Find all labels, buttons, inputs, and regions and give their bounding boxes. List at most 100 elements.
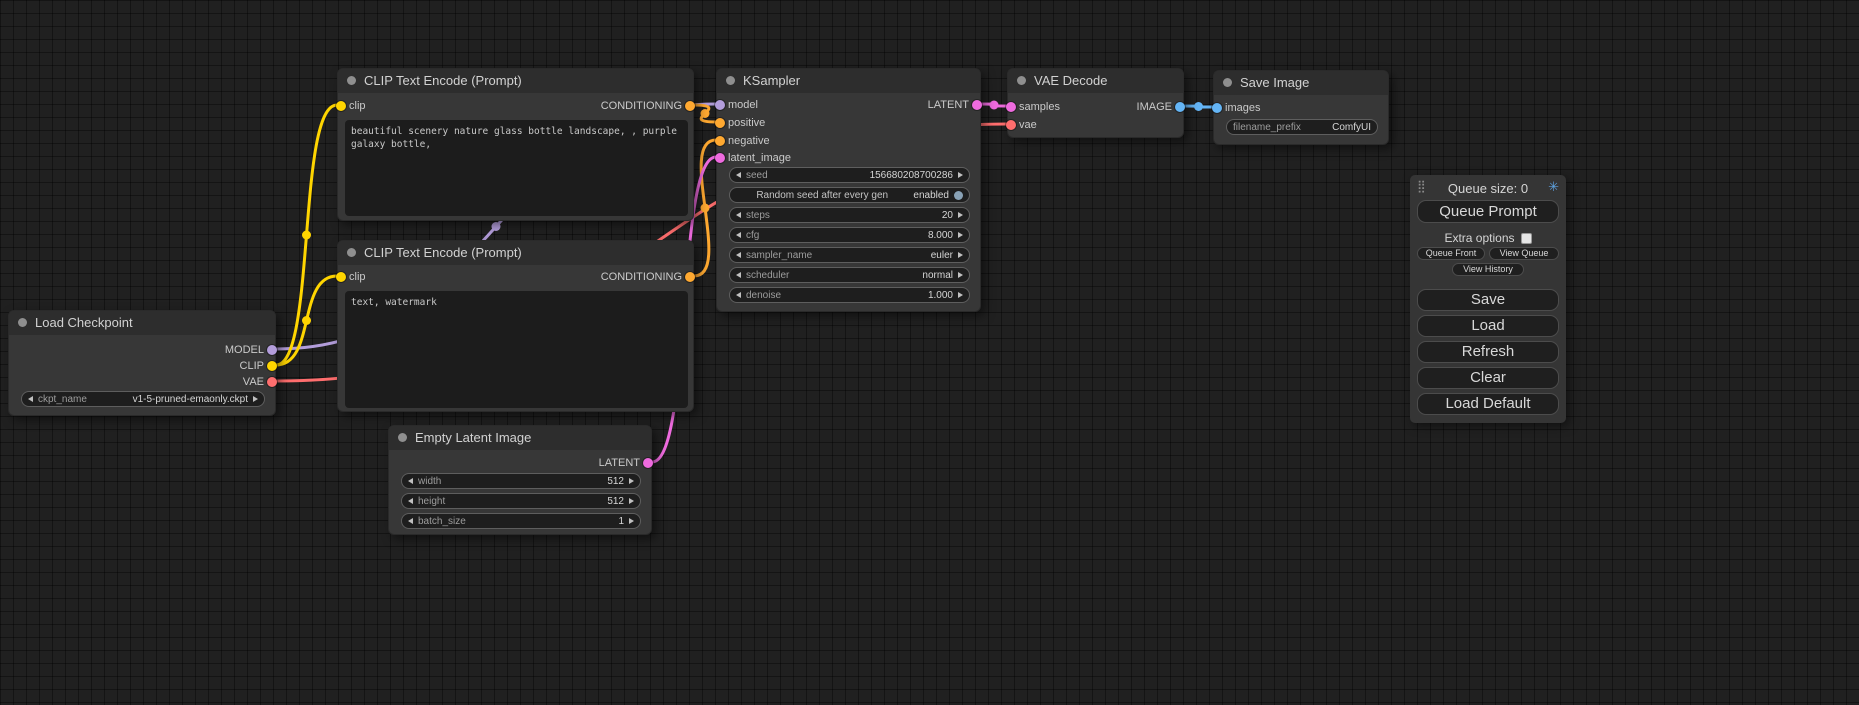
output-dot-model[interactable] [267, 345, 277, 355]
extra-options-row: Extra options [1410, 231, 1566, 245]
node-save-image[interactable]: Save Image images filename_prefix ComfyU… [1213, 70, 1389, 145]
input-slot-images: images [1209, 99, 1260, 117]
decrement-arrow-icon[interactable] [408, 498, 413, 504]
node-empty-latent-titlebar[interactable]: Empty Latent Image [389, 426, 651, 450]
node-load-checkpoint[interactable]: Load Checkpoint MODEL CLIP VAE ckpt_name… [8, 310, 276, 416]
output-dot-vae[interactable] [267, 377, 277, 387]
save-button[interactable]: Save [1417, 289, 1559, 311]
settings-gear-icon[interactable]: ✳ [1548, 179, 1559, 195]
input-dot-samples[interactable] [1006, 102, 1016, 112]
extra-options-label: Extra options [1444, 231, 1514, 245]
increment-arrow-icon[interactable] [629, 498, 634, 504]
load-button[interactable]: Load [1417, 315, 1559, 337]
widget-cfg[interactable]: cfg 8.000 [729, 227, 970, 243]
wire-midpoint-dot [492, 222, 501, 231]
node-vae-decode-titlebar[interactable]: VAE Decode [1008, 69, 1183, 93]
increment-arrow-icon[interactable] [958, 172, 963, 178]
widget-height[interactable]: height 512 [401, 493, 641, 509]
refresh-button[interactable]: Refresh [1417, 341, 1559, 363]
view-queue-button[interactable]: View Queue [1489, 247, 1559, 260]
wire-clip [276, 105, 337, 365]
collapse-dot[interactable] [18, 318, 27, 327]
increment-arrow-icon[interactable] [629, 518, 634, 524]
extra-options-checkbox[interactable] [1521, 233, 1532, 244]
node-clip-positive-titlebar[interactable]: CLIP Text Encode (Prompt) [338, 69, 693, 93]
positive-prompt-textarea[interactable]: beautiful scenery nature glass bottle la… [345, 120, 688, 216]
wire-clip [276, 276, 337, 365]
input-dot-clip[interactable] [336, 101, 346, 111]
widget-filename-prefix[interactable]: filename_prefix ComfyUI [1226, 119, 1378, 135]
load-default-button[interactable]: Load Default [1417, 393, 1559, 415]
collapse-dot[interactable] [726, 76, 735, 85]
input-slot-positive: positive [712, 114, 765, 132]
output-slot-conditioning: CONDITIONING [601, 268, 698, 286]
next-value-arrow-icon[interactable] [958, 252, 963, 258]
increment-arrow-icon[interactable] [958, 232, 963, 238]
node-ksampler[interactable]: KSampler model positive negative latent_… [716, 68, 981, 312]
collapse-dot[interactable] [347, 248, 356, 257]
widget-sampler-name[interactable]: sampler_name euler [729, 247, 970, 263]
input-dot-images[interactable] [1212, 103, 1222, 113]
node-load-checkpoint-titlebar[interactable]: Load Checkpoint [9, 311, 275, 335]
decrement-arrow-icon[interactable] [736, 172, 741, 178]
output-dot-conditioning[interactable] [685, 101, 695, 111]
decrement-arrow-icon[interactable] [408, 518, 413, 524]
output-dot-image[interactable] [1175, 102, 1185, 112]
widget-width[interactable]: width 512 [401, 473, 641, 489]
collapse-dot[interactable] [1223, 78, 1232, 87]
node-title: KSampler [743, 73, 800, 88]
node-graph-canvas[interactable]: Load Checkpoint MODEL CLIP VAE ckpt_name… [0, 0, 1859, 705]
clear-button[interactable]: Clear [1417, 367, 1559, 389]
input-dot-positive[interactable] [715, 118, 725, 128]
drag-handle-icon[interactable]: ⣿ [1417, 179, 1426, 193]
queue-front-button[interactable]: Queue Front [1417, 247, 1485, 260]
widget-scheduler[interactable]: scheduler normal [729, 267, 970, 283]
decrement-arrow-icon[interactable] [736, 212, 741, 218]
widget-seed[interactable]: seed 156680208700286 [729, 167, 970, 183]
node-ksampler-titlebar[interactable]: KSampler [717, 69, 980, 93]
node-vae-decode[interactable]: VAE Decode samples vae IMAGE [1007, 68, 1184, 138]
decrement-arrow-icon[interactable] [736, 292, 741, 298]
output-dot-clip[interactable] [267, 361, 277, 371]
increment-arrow-icon[interactable] [629, 478, 634, 484]
toggle-indicator[interactable] [954, 191, 963, 200]
widget-ckpt-name[interactable]: ckpt_name v1-5-pruned-emaonly.ckpt [21, 391, 265, 407]
queue-prompt-button[interactable]: Queue Prompt [1417, 200, 1559, 223]
wire-midpoint-dot [302, 231, 311, 240]
view-history-button[interactable]: View History [1452, 263, 1524, 276]
widget-random-seed-toggle[interactable]: Random seed after every gen enabled [729, 187, 970, 203]
node-empty-latent-image[interactable]: Empty Latent Image LATENT width 512 heig… [388, 425, 652, 535]
collapse-dot[interactable] [347, 76, 356, 85]
next-value-arrow-icon[interactable] [958, 272, 963, 278]
input-dot-vae[interactable] [1006, 120, 1016, 130]
input-dot-negative[interactable] [715, 136, 725, 146]
input-dot-clip[interactable] [336, 272, 346, 282]
output-slot-latent: LATENT [928, 96, 985, 114]
increment-arrow-icon[interactable] [958, 212, 963, 218]
negative-prompt-textarea[interactable]: text, watermark [345, 291, 688, 408]
increment-arrow-icon[interactable] [958, 292, 963, 298]
input-dot-latent-image[interactable] [715, 153, 725, 163]
node-clip-text-encode-negative[interactable]: CLIP Text Encode (Prompt) clip CONDITION… [337, 240, 694, 412]
node-clip-text-encode-positive[interactable]: CLIP Text Encode (Prompt) clip CONDITION… [337, 68, 694, 221]
node-clip-negative-titlebar[interactable]: CLIP Text Encode (Prompt) [338, 241, 693, 265]
widget-denoise[interactable]: denoise 1.000 [729, 287, 970, 303]
collapse-dot[interactable] [398, 433, 407, 442]
node-title: VAE Decode [1034, 73, 1107, 88]
output-dot-latent[interactable] [972, 100, 982, 110]
prev-value-arrow-icon[interactable] [28, 396, 33, 402]
output-slot-vae: VAE [243, 373, 280, 391]
output-dot-conditioning[interactable] [685, 272, 695, 282]
decrement-arrow-icon[interactable] [736, 232, 741, 238]
decrement-arrow-icon[interactable] [408, 478, 413, 484]
widget-steps[interactable]: steps 20 [729, 207, 970, 223]
prev-value-arrow-icon[interactable] [736, 272, 741, 278]
node-save-image-titlebar[interactable]: Save Image [1214, 71, 1388, 95]
prev-value-arrow-icon[interactable] [736, 252, 741, 258]
next-value-arrow-icon[interactable] [253, 396, 258, 402]
input-dot-model[interactable] [715, 100, 725, 110]
collapse-dot[interactable] [1017, 76, 1026, 85]
output-dot-latent[interactable] [643, 458, 653, 468]
widget-batch-size[interactable]: batch_size 1 [401, 513, 641, 529]
comfy-menu-panel[interactable]: ⣿ Queue size: 0 ✳ Queue Prompt Extra opt… [1410, 175, 1566, 423]
